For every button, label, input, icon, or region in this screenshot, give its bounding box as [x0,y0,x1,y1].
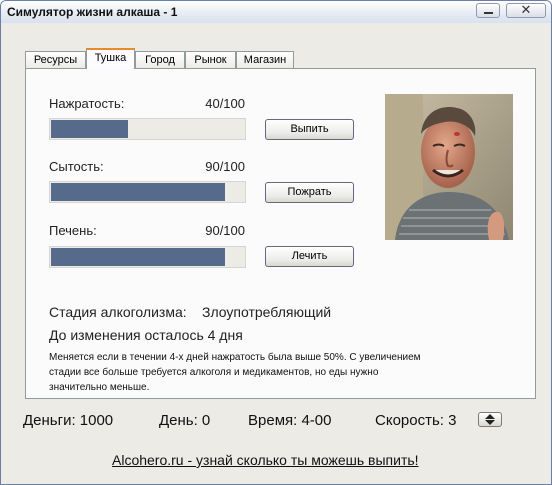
tab-shop[interactable]: Магазин [236,51,294,68]
app-window: Симулятор жизни алкаша - 1 ✕ Ресурсы Туш… [0,0,552,485]
satiety-value: 90/100 [205,159,245,174]
money-status: Деньги: 1000 [23,412,114,429]
drunkenness-label: Нажратость: [49,96,125,111]
title-bar[interactable]: Симулятор жизни алкаша - 1 ✕ [1,1,551,23]
liver-progress-fill [51,248,225,266]
alcoholism-stage-value: Злоупотребляющий [202,304,332,320]
tab-resources[interactable]: Ресурсы [25,51,86,68]
liver-progress-bar [49,246,246,268]
speed-stepper[interactable] [478,412,502,427]
satiety-label: Сытость: [49,159,104,174]
drunkenness-progress-bar [49,118,246,140]
close-button[interactable]: ✕ [506,2,546,18]
day-status: День: 0 [159,412,211,429]
tab-city[interactable]: Город [135,51,185,68]
stage-change-remaining: До изменения осталось 4 дня [49,327,243,343]
character-portrait [385,94,513,240]
close-icon: ✕ [520,2,532,17]
arrow-up-icon[interactable] [485,414,495,419]
window-title: Симулятор жизни алкаша - 1 [7,5,178,19]
drunkenness-value: 40/100 [205,96,245,111]
drink-button[interactable]: Выпить [265,119,354,140]
alcohero-link[interactable]: Alcohero.ru - узнай сколько ты можешь вы… [112,452,419,468]
speed-status: Скорость: 3 [375,412,457,429]
eat-button[interactable]: Пожрать [265,182,354,203]
heal-button[interactable]: Лечить [265,246,354,267]
satiety-progress-bar [49,181,246,203]
arrow-down-icon[interactable] [485,420,495,425]
liver-label: Печень: [49,223,97,238]
satiety-progress-fill [51,183,225,201]
alcoholism-stage-label: Стадия алкоголизма: [49,304,187,320]
tab-market[interactable]: Рынок [185,51,236,68]
portrait-image [385,94,513,240]
tab-body[interactable]: Тушка [86,48,135,69]
stage-change-note: Меняется если в течении 4-х дней нажрато… [49,352,421,393]
drunkenness-progress-fill [51,120,128,138]
minimize-icon [484,12,493,14]
liver-value: 90/100 [205,223,245,238]
time-status: Время: 4-00 [248,412,332,429]
minimize-button[interactable] [476,3,500,18]
